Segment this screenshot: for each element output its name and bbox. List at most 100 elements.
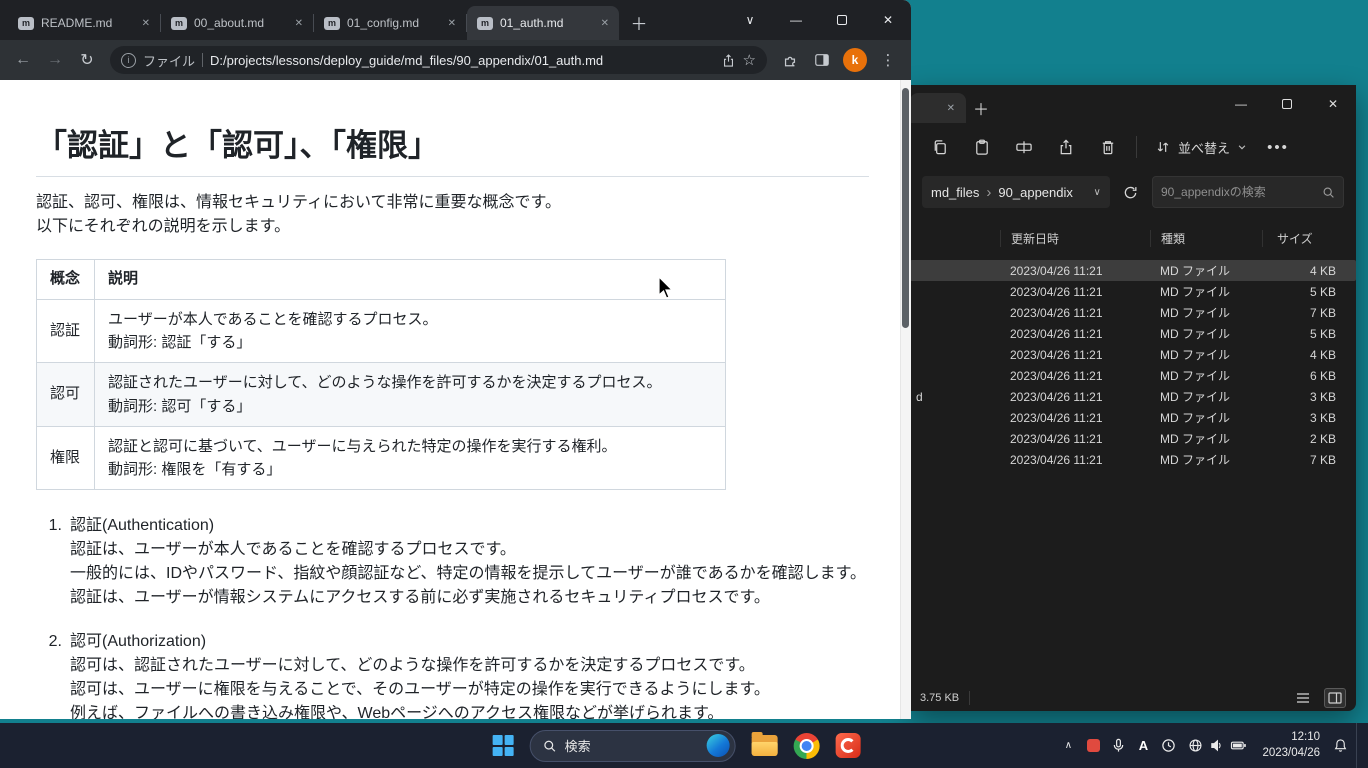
breadcrumb-item[interactable]: md_files: [931, 185, 979, 200]
close-icon[interactable]: ✕: [599, 16, 611, 31]
copy-button[interactable]: [922, 130, 958, 164]
share-button[interactable]: [721, 53, 736, 68]
back-button[interactable]: ←: [8, 45, 38, 75]
sort-label: 並べ替え: [1178, 138, 1230, 157]
rename-button[interactable]: [1006, 130, 1042, 164]
taskbar-clock[interactable]: 12:10 2023/04/26: [1258, 730, 1324, 761]
maximize-button[interactable]: [819, 0, 865, 40]
copy-icon: [931, 138, 949, 156]
list-title: 認証(Authentication): [70, 514, 869, 538]
notification-center-button[interactable]: [1331, 723, 1349, 768]
scrollbar-thumb[interactable]: [902, 88, 909, 328]
close-button[interactable]: ✕: [1310, 85, 1356, 123]
breadcrumb-item[interactable]: 90_appendix: [998, 185, 1072, 200]
tab-search-button[interactable]: ∨: [727, 0, 773, 40]
tray-app-icon: [1087, 739, 1100, 752]
tab-label: 01_auth.md: [500, 16, 592, 30]
chevron-down-icon[interactable]: ∨: [1093, 187, 1100, 198]
minimize-button[interactable]: —: [1218, 85, 1264, 123]
maximize-button[interactable]: [1264, 85, 1310, 123]
quick-settings-button[interactable]: [1184, 738, 1251, 753]
browser-tab-about[interactable]: m 00_about.md ✕: [161, 6, 313, 40]
address-bar[interactable]: i ファイル D:/projects/lessons/deploy_guide/…: [110, 46, 767, 74]
url-text[interactable]: D:/projects/lessons/deploy_guide/md_file…: [210, 53, 714, 68]
share-button[interactable]: [1048, 130, 1084, 164]
file-row[interactable]: d 2023/04/26 11:21 MD ファイル 3 KB: [910, 386, 1356, 407]
volume-icon: [1209, 738, 1224, 753]
reload-button[interactable]: ↻: [72, 45, 102, 75]
close-icon[interactable]: ✕: [140, 16, 152, 31]
sort-button[interactable]: 並べ替え: [1147, 130, 1255, 164]
ime-mode-indicator[interactable]: A: [1134, 723, 1152, 768]
file-row[interactable]: 2023/04/26 11:21 MD ファイル 7 KB: [910, 302, 1356, 323]
tab-label: 01_config.md: [347, 16, 439, 30]
list-title: 認可(Authorization): [70, 630, 869, 654]
browser-menu-button[interactable]: ⋮: [873, 45, 903, 75]
file-row[interactable]: 2023/04/26 11:21 MD ファイル 3 KB: [910, 407, 1356, 428]
file-date: 2023/04/26 11:21: [1000, 348, 1150, 362]
puzzle-icon: [782, 52, 798, 68]
microphone-icon: [1111, 738, 1126, 753]
explorer-search[interactable]: [1152, 176, 1344, 208]
extensions-button[interactable]: [775, 45, 805, 75]
info-icon[interactable]: i: [121, 53, 136, 68]
app-taskbar-icon[interactable]: [836, 733, 861, 758]
browser-tab-readme[interactable]: m README.md ✕: [8, 6, 160, 40]
paste-button[interactable]: [964, 130, 1000, 164]
file-size: 4 KB: [1262, 348, 1350, 362]
column-header-date[interactable]: 更新日時: [1000, 230, 1150, 247]
close-icon[interactable]: ✕: [293, 16, 305, 31]
close-button[interactable]: ✕: [865, 0, 911, 40]
file-explorer-taskbar-icon[interactable]: [752, 735, 778, 756]
more-options-button[interactable]: •••: [1261, 130, 1295, 164]
scrollbar-track[interactable]: [900, 80, 911, 719]
clock-icon: [1161, 738, 1176, 753]
file-row[interactable]: 2023/04/26 11:21 MD ファイル 4 KB: [910, 260, 1356, 281]
file-row[interactable]: 2023/04/26 11:21 MD ファイル 7 KB: [910, 449, 1356, 470]
browser-window: m README.md ✕ m 00_about.md ✕ m 01_confi…: [0, 0, 911, 719]
rename-icon: [1015, 138, 1033, 156]
bookmark-star-icon[interactable]: ☆: [743, 51, 756, 69]
table-row: 認可 認証されたユーザーに対して、どのような操作を許可するかを決定するプロセス。…: [37, 363, 726, 427]
file-row[interactable]: 2023/04/26 11:21 MD ファイル 5 KB: [910, 281, 1356, 302]
delete-button[interactable]: [1090, 130, 1126, 164]
close-icon[interactable]: ✕: [945, 101, 957, 116]
show-desktop-button[interactable]: [1356, 723, 1360, 768]
start-button[interactable]: [493, 735, 514, 756]
explorer-search-input[interactable]: [1161, 185, 1316, 199]
file-row[interactable]: 2023/04/26 11:21 MD ファイル 5 KB: [910, 323, 1356, 344]
column-header-type[interactable]: 種類: [1150, 230, 1262, 247]
close-icon[interactable]: ✕: [446, 16, 458, 31]
tray-app-button[interactable]: [1084, 723, 1102, 768]
file-row[interactable]: 2023/04/26 11:21 MD ファイル 2 KB: [910, 428, 1356, 449]
explorer-tab[interactable]: ✕: [910, 93, 966, 123]
file-row[interactable]: 2023/04/26 11:21 MD ファイル 4 KB: [910, 344, 1356, 365]
explorer-new-tab-button[interactable]: ＋: [966, 93, 996, 123]
list-number: 1.: [36, 514, 70, 610]
details-view-button[interactable]: [1324, 688, 1346, 708]
tray-overflow-chevron[interactable]: ∧: [1059, 723, 1077, 768]
column-header-size[interactable]: サイズ: [1262, 230, 1350, 247]
ordered-list: 1. 認証(Authentication) 認証は、ユーザーが本人であることを確…: [36, 514, 869, 719]
profile-avatar[interactable]: k: [843, 48, 867, 72]
new-tab-button[interactable]: ＋: [625, 8, 653, 36]
refresh-button[interactable]: [1120, 178, 1142, 206]
list-line: 認証は、ユーザーが情報システムにアクセスする前に必ず実施されるセキュリティプロセ…: [70, 586, 869, 610]
search-icon: [1322, 186, 1335, 199]
breadcrumb[interactable]: md_files › 90_appendix ∨: [922, 176, 1110, 208]
file-row[interactable]: 2023/04/26 11:21 MD ファイル 6 KB: [910, 365, 1356, 386]
browser-tab-auth-active[interactable]: m 01_auth.md ✕: [467, 6, 619, 40]
desc-text: ユーザーが本人であることを確認するプロセス。: [108, 308, 712, 331]
browser-tab-config[interactable]: m 01_config.md ✕: [314, 6, 466, 40]
forward-button[interactable]: →: [40, 45, 70, 75]
taskbar-search[interactable]: 検索: [530, 730, 736, 762]
column-headers: 更新日時 種類 サイズ: [910, 221, 1356, 255]
list-view-button[interactable]: [1292, 688, 1314, 708]
clock-tray-button[interactable]: [1159, 723, 1177, 768]
minimize-button[interactable]: —: [773, 0, 819, 40]
table-row: 権限 認証と認可に基づいて、ユーザーに与えられた特定の操作を実行する権利。 動詞…: [37, 426, 726, 490]
side-panel-button[interactable]: [807, 45, 837, 75]
microphone-tray-button[interactable]: [1109, 723, 1127, 768]
chrome-taskbar-icon[interactable]: [794, 733, 820, 759]
table-row: 認証 ユーザーが本人であることを確認するプロセス。 動詞形: 認証「する」: [37, 299, 726, 363]
